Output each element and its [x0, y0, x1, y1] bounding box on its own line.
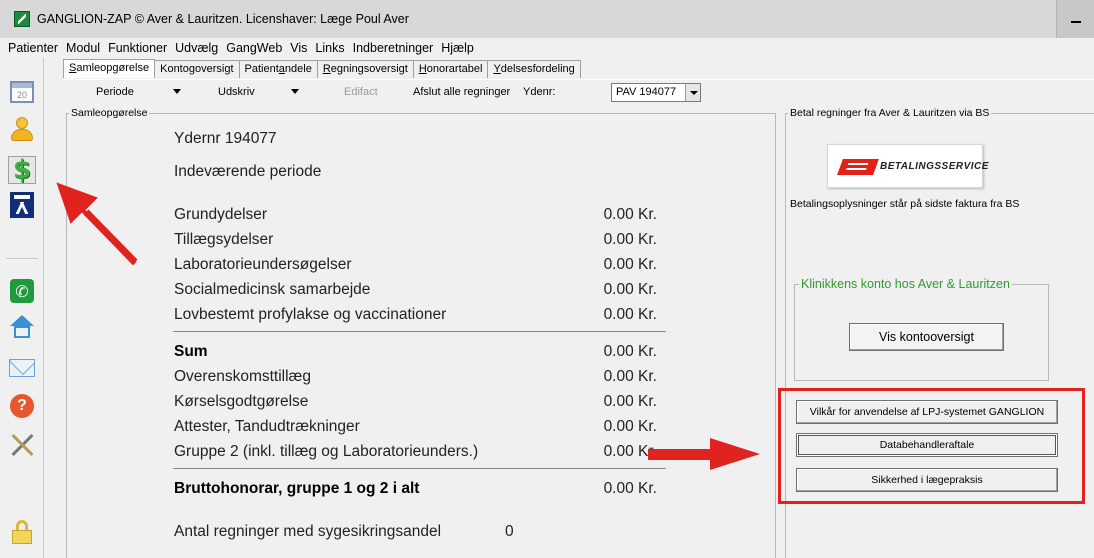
annotation-arrows — [56, 182, 760, 470]
arrow-to-buttons — [648, 438, 760, 470]
tab-samleopgoerelse[interactable]: Samleopgørelse — [63, 59, 156, 78]
arrow-to-dollar-shaft — [83, 209, 138, 265]
